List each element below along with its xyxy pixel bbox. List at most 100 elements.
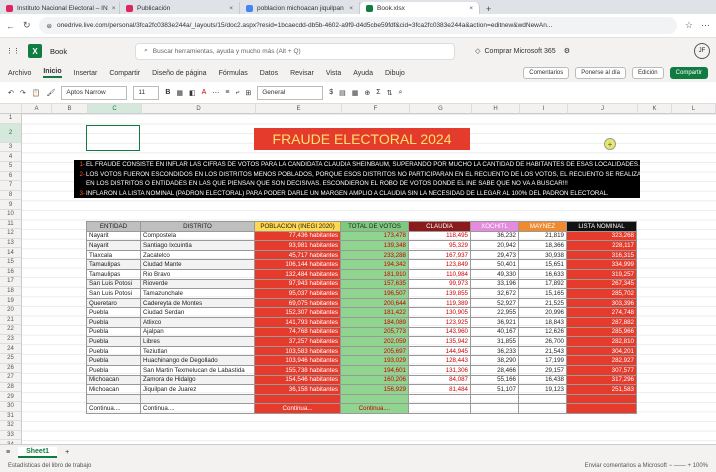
document-title[interactable]: Book	[50, 47, 67, 56]
header-claudia[interactable]: CLAUDIA	[408, 221, 471, 232]
menu-item-archivo[interactable]: Archivo	[8, 70, 31, 77]
cell-maynez[interactable]: 19,123	[518, 384, 567, 395]
column-header-h[interactable]: H	[472, 104, 520, 114]
cell-entidad[interactable]: Nayarit	[86, 230, 141, 242]
cell-distrito[interactable]: San Martin Texmelucan de Labastida	[140, 364, 255, 376]
cell-poblacion[interactable]: 152,307 habitantes	[254, 307, 341, 318]
font-family-select[interactable]: Aptos Narrow	[61, 85, 128, 100]
row-header[interactable]: 6	[0, 171, 22, 182]
cell-xochitl[interactable]: 50,401	[470, 259, 519, 270]
row-header[interactable]: 10	[0, 210, 22, 220]
cell-lista[interactable]: 285,702	[566, 288, 637, 299]
cell-distrito[interactable]: Jiquilpan de Juarez	[140, 384, 255, 395]
cell-xochitl[interactable]: 22,955	[470, 307, 519, 318]
cell-entidad[interactable]	[86, 393, 141, 405]
cell-claudia[interactable]: 119,389	[408, 297, 471, 309]
cell-lista[interactable]	[566, 393, 637, 405]
buy-microsoft365-button[interactable]: ◇ Comprar Microsoft 365	[475, 47, 556, 56]
column-header-i[interactable]: I	[520, 104, 568, 114]
cell-entidad[interactable]: Nayarit	[86, 240, 141, 251]
cell-distrito[interactable]: Cadereyta de Montes	[140, 297, 255, 309]
row-header[interactable]: 22	[0, 325, 22, 335]
cell-maynez[interactable]: 20,996	[518, 307, 567, 318]
notes-block[interactable]: 1- EL FRAUDE CONSISTE EN INFLAR LAS CIFRA…	[74, 160, 640, 199]
row-header[interactable]: 31	[0, 411, 22, 422]
row-header[interactable]: 8	[0, 190, 22, 201]
cell-xochitl[interactable]: 32,672	[470, 288, 519, 299]
merge-icon[interactable]: ⊞	[245, 89, 251, 97]
site-info-icon[interactable]: ⊜	[47, 22, 52, 30]
app-launcher-icon[interactable]: ⋮⋮	[6, 47, 20, 55]
cell-lista[interactable]: 251,583	[566, 384, 637, 395]
row-header[interactable]: 1	[0, 114, 22, 124]
cell-distrito[interactable]: Ciudad Serdan	[140, 307, 255, 318]
browser-tab[interactable]: poblacion michoacan jiquilpan ×	[240, 2, 360, 14]
cell-poblacion[interactable]: 45,717 habitantes	[254, 249, 341, 261]
cell-poblacion[interactable]: 103,583 habitantes	[254, 345, 341, 357]
select-all-corner[interactable]	[0, 104, 22, 114]
menu-item-inicio[interactable]: Inicio	[43, 68, 62, 78]
back-icon[interactable]: ←	[6, 21, 15, 31]
cell-xochitl[interactable]	[470, 403, 519, 414]
menu-item-insertar[interactable]: Insertar	[74, 70, 98, 77]
conditional-format-icon[interactable]: ▤	[339, 89, 346, 97]
cell-total[interactable]: 160,206	[340, 374, 409, 386]
cell-xochitl[interactable]: 38,290	[470, 355, 519, 366]
cell-distrito[interactable]: Santiago Ixcuintla	[140, 240, 255, 251]
wrap-icon[interactable]: ⤶	[235, 89, 239, 97]
cell-distrito[interactable]: Ciudad Mante	[140, 259, 255, 270]
add-sheet-icon[interactable]: +	[65, 449, 69, 456]
cell-xochitl[interactable]: 55,166	[470, 374, 519, 386]
menu-item-dise-o-de-p-gina[interactable]: Diseño de página	[152, 70, 207, 77]
cell-entidad[interactable]: Puebla	[86, 326, 141, 338]
cell-poblacion[interactable]: 74,768 habitantes	[254, 326, 341, 338]
cell-lista[interactable]: 317,296	[566, 374, 637, 386]
menu-item-ayuda[interactable]: Ayuda	[353, 70, 373, 77]
column-header-b[interactable]: B	[52, 104, 88, 114]
undo-icon[interactable]: ↶	[8, 89, 14, 97]
column-header-d[interactable]: D	[142, 104, 256, 114]
cell-poblacion[interactable]: 95,037 habitantes	[254, 288, 341, 299]
status-right[interactable]: Enviar comentarios a Microsoft − —— + 10…	[585, 463, 708, 469]
row-header[interactable]: 20	[0, 306, 22, 316]
cell-lista[interactable]: 303,396	[566, 297, 637, 309]
cell-lista[interactable]	[566, 403, 637, 414]
cell-xochitl[interactable]: 33,196	[470, 278, 519, 290]
header-total[interactable]: TOTAL DE VOTOS	[340, 221, 409, 232]
cell-poblacion[interactable]: 36,158 habitantes	[254, 384, 341, 395]
cell-xochitl[interactable]: 36,233	[470, 345, 519, 357]
cell-distrito[interactable]: Huachinango de Degollado	[140, 355, 255, 366]
header-xochitl[interactable]: XOCHITL	[470, 221, 519, 232]
cell-maynez[interactable]	[518, 393, 567, 405]
cell-total[interactable]: 181,910	[340, 268, 409, 280]
cell-entidad[interactable]: San Luis Potosi	[86, 288, 141, 299]
cell-lista[interactable]: 287,882	[566, 316, 637, 328]
cell-claudia[interactable]	[408, 403, 471, 414]
cell-distrito[interactable]: Zacatelco	[140, 249, 255, 261]
cell-maynez[interactable]: 15,165	[518, 288, 567, 299]
row-header[interactable]: 13	[0, 238, 22, 249]
cell-maynez[interactable]: 18,843	[518, 316, 567, 328]
cell-total[interactable]: 184,089	[340, 316, 409, 328]
cell-maynez[interactable]: 18,366	[518, 240, 567, 251]
close-icon[interactable]: ×	[112, 5, 116, 12]
row-header[interactable]: 3	[0, 142, 22, 153]
cell-xochitl[interactable]: 52,927	[470, 297, 519, 309]
cell-poblacion[interactable]: 106,144 habitantes	[254, 259, 341, 270]
header-distrito[interactable]: DISTRITO	[140, 221, 255, 232]
cell-maynez[interactable]: 17,892	[518, 278, 567, 290]
selected-cell[interactable]	[86, 125, 140, 151]
spreadsheet-grid[interactable]: ABCDEFGHIJKL 1 2 3 4 5 6 7 8 9 10 11 12 13 14 15 16 17 18…	[0, 104, 716, 444]
cell-claudia[interactable]: 110,984	[408, 268, 471, 280]
more-icon[interactable]: ⋯	[701, 20, 710, 31]
cell-maynez[interactable]: 21,525	[518, 297, 567, 309]
menu-item-compartir[interactable]: Compartir	[109, 70, 140, 77]
cell-maynez[interactable]: 15,651	[518, 259, 567, 270]
refresh-icon[interactable]: ↻	[23, 20, 31, 31]
cell-total[interactable]: 205,773	[340, 326, 409, 338]
cell-lista[interactable]: 323,268	[566, 230, 637, 242]
borders-icon[interactable]: ▦	[176, 89, 183, 97]
settings-icon[interactable]: ⚙	[564, 47, 570, 55]
menu-item-f-rmulas[interactable]: Fórmulas	[219, 70, 248, 77]
cell-entidad[interactable]: Tlaxcala	[86, 249, 141, 261]
